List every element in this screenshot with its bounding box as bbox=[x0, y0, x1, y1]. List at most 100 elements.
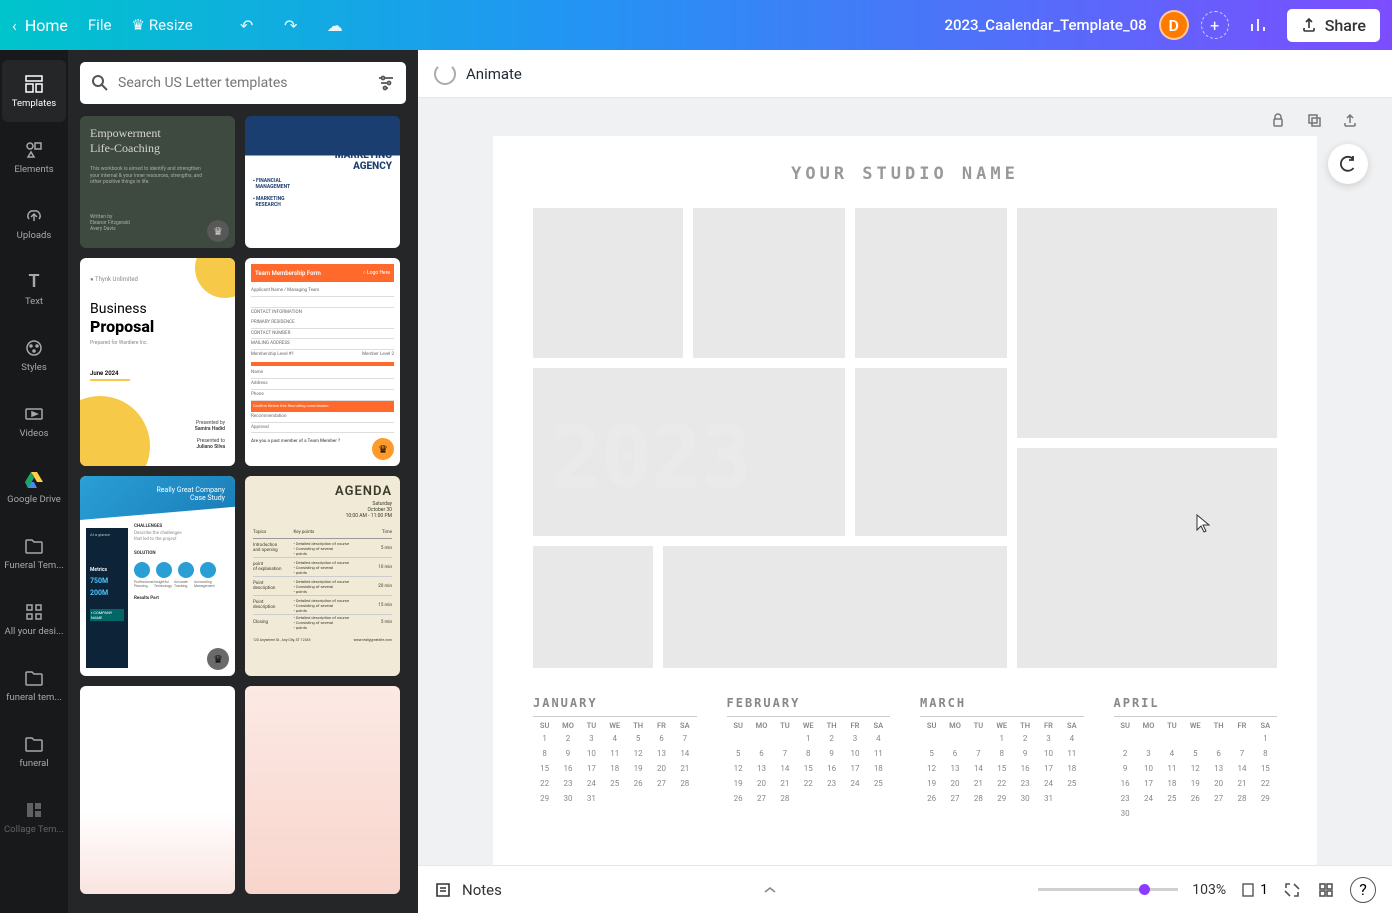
photo-placeholder[interactable] bbox=[855, 208, 1007, 358]
document-title[interactable]: 2023_Caalendar_Template_08 bbox=[944, 16, 1146, 34]
calendar-day: 9 bbox=[1114, 762, 1137, 775]
calendar-day: 1 bbox=[1254, 732, 1277, 745]
animate-button[interactable]: Animate bbox=[434, 63, 522, 85]
calendar-day: 25 bbox=[867, 777, 890, 790]
text-icon: T bbox=[23, 271, 45, 293]
nav-all-your-designs[interactable]: All your desi... bbox=[2, 588, 66, 650]
grid-view-button[interactable] bbox=[1316, 880, 1336, 900]
home-button[interactable]: ‹ Home bbox=[12, 16, 68, 35]
add-collaborator-button[interactable]: + bbox=[1201, 11, 1229, 39]
google-drive-icon bbox=[23, 469, 45, 491]
insights-button[interactable] bbox=[1241, 8, 1275, 42]
file-menu[interactable]: File bbox=[88, 16, 112, 34]
calendar-day: 10 bbox=[1037, 747, 1060, 760]
notes-button[interactable]: Notes bbox=[434, 881, 502, 899]
template-card[interactable] bbox=[245, 686, 400, 894]
redo-button[interactable]: ↷ bbox=[281, 15, 301, 35]
photo-placeholder[interactable] bbox=[1017, 448, 1277, 668]
calendar-day: 4 bbox=[1160, 747, 1183, 760]
chevron-left-icon: ‹ bbox=[12, 16, 17, 35]
nav-folder-funeral[interactable]: funeral bbox=[2, 720, 66, 782]
photo-placeholder[interactable] bbox=[533, 546, 653, 668]
calendar-day: 17 bbox=[1037, 762, 1060, 775]
calendar-day: 29 bbox=[990, 792, 1013, 805]
search-icon bbox=[90, 73, 110, 93]
search-input[interactable] bbox=[118, 75, 368, 91]
photo-placeholder[interactable] bbox=[693, 208, 845, 358]
day-of-week: WE bbox=[603, 721, 626, 730]
template-card[interactable]: ● Thynk Unlimited Business Proposal Prep… bbox=[80, 258, 235, 466]
cloud-sync-icon[interactable]: ☁ bbox=[325, 15, 345, 35]
fullscreen-button[interactable] bbox=[1282, 880, 1302, 900]
calendar-day: 8 bbox=[797, 747, 820, 760]
calendar-day: 17 bbox=[843, 762, 866, 775]
nav-collage-templates[interactable]: Collage Tem... bbox=[2, 786, 66, 848]
share-button[interactable]: Share bbox=[1287, 9, 1380, 42]
calendar-day: 26 bbox=[626, 777, 649, 790]
calendar-day: 13 bbox=[650, 747, 673, 760]
export-page-button[interactable] bbox=[1340, 110, 1360, 130]
nav-videos[interactable]: Videos bbox=[2, 390, 66, 452]
photo-collage[interactable]: 2023 bbox=[533, 208, 1277, 668]
template-card[interactable]: MARKETINGAGENCY ▪ FINANCIAL MANAGEMENT ▪… bbox=[245, 116, 400, 248]
day-of-week: TU bbox=[1160, 721, 1183, 730]
nav-templates[interactable]: Templates bbox=[2, 60, 66, 122]
refresh-button[interactable] bbox=[1328, 144, 1368, 184]
day-of-week: WE bbox=[990, 721, 1013, 730]
day-of-week: SU bbox=[1114, 721, 1137, 730]
calendar-day: 28 bbox=[673, 777, 696, 790]
day-of-week: FR bbox=[1230, 721, 1253, 730]
page-indicator[interactable]: 1 bbox=[1240, 882, 1268, 898]
calendar-day: 16 bbox=[820, 762, 843, 775]
home-label: Home bbox=[25, 16, 68, 35]
zoom-slider-knob[interactable] bbox=[1139, 884, 1150, 895]
nav-google-drive[interactable]: Google Drive bbox=[2, 456, 66, 518]
photo-placeholder[interactable] bbox=[1017, 208, 1277, 438]
calendar-day: 23 bbox=[1013, 777, 1036, 790]
help-button[interactable]: ? bbox=[1350, 877, 1376, 903]
calendar-day: 27 bbox=[650, 777, 673, 790]
duplicate-button[interactable] bbox=[1304, 110, 1324, 130]
filter-icon[interactable] bbox=[376, 73, 396, 93]
top-toolbar: ‹ Home File ♛Resize ↶ ↷ ☁ 2023_Caalendar… bbox=[0, 0, 1392, 50]
avatar[interactable]: D bbox=[1159, 10, 1189, 40]
nav-styles[interactable]: Styles bbox=[2, 324, 66, 386]
canvas-scroll[interactable]: YOUR STUDIO NAME 2023 JANUARYSUMOTUWETHF… bbox=[418, 98, 1392, 865]
calendar-day: 13 bbox=[750, 762, 773, 775]
nav-uploads[interactable]: Uploads bbox=[2, 192, 66, 254]
nav-elements[interactable]: Elements bbox=[2, 126, 66, 188]
calendar-day: 24 bbox=[580, 777, 603, 790]
resize-button[interactable]: ♛Resize bbox=[131, 16, 192, 34]
template-card[interactable]: Really Great CompanyCase Study At a glan… bbox=[80, 476, 235, 676]
canvas-toolbar: Animate bbox=[418, 50, 1392, 98]
nav-folder-funeral-tem[interactable]: funeral tem... bbox=[2, 654, 66, 716]
nav-text[interactable]: T Text bbox=[2, 258, 66, 320]
photo-placeholder[interactable] bbox=[855, 368, 1007, 536]
nav-folder-funeral-templates[interactable]: Funeral Tem... bbox=[2, 522, 66, 584]
template-card[interactable] bbox=[80, 686, 235, 894]
template-card[interactable]: EmpowermentLife-Coaching This workbook i… bbox=[80, 116, 235, 248]
zoom-slider[interactable] bbox=[1038, 888, 1178, 891]
template-card[interactable]: Team Membership Form ○ Logo Here Applica… bbox=[245, 258, 400, 466]
zoom-value[interactable]: 103% bbox=[1192, 882, 1226, 898]
calendar-day: 11 bbox=[867, 747, 890, 760]
month-title: FEBRUARY bbox=[727, 696, 891, 710]
template-search[interactable] bbox=[80, 62, 406, 104]
calendar-day: 12 bbox=[920, 762, 943, 775]
year-text: 2023 bbox=[551, 408, 750, 508]
lock-button[interactable] bbox=[1268, 110, 1288, 130]
calendar-day: 28 bbox=[967, 792, 990, 805]
photo-placeholder[interactable] bbox=[663, 546, 1007, 668]
calendar-day: 14 bbox=[673, 747, 696, 760]
template-card[interactable]: AGENDA SaturdayOctober 3010:00 AM - 11:0… bbox=[245, 476, 400, 676]
calendar-day: 23 bbox=[1114, 792, 1137, 805]
calendar-day: 6 bbox=[1207, 747, 1230, 760]
chevron-up-icon[interactable] bbox=[763, 885, 777, 895]
photo-placeholder[interactable] bbox=[533, 208, 683, 358]
premium-badge-icon: ♛ bbox=[372, 438, 394, 460]
calendar-day: 2 bbox=[556, 732, 579, 745]
calendar-day: 23 bbox=[556, 777, 579, 790]
calendar-day: 29 bbox=[533, 792, 556, 805]
canvas-page[interactable]: YOUR STUDIO NAME 2023 JANUARYSUMOTUWETHF… bbox=[493, 136, 1317, 865]
undo-button[interactable]: ↶ bbox=[237, 15, 257, 35]
